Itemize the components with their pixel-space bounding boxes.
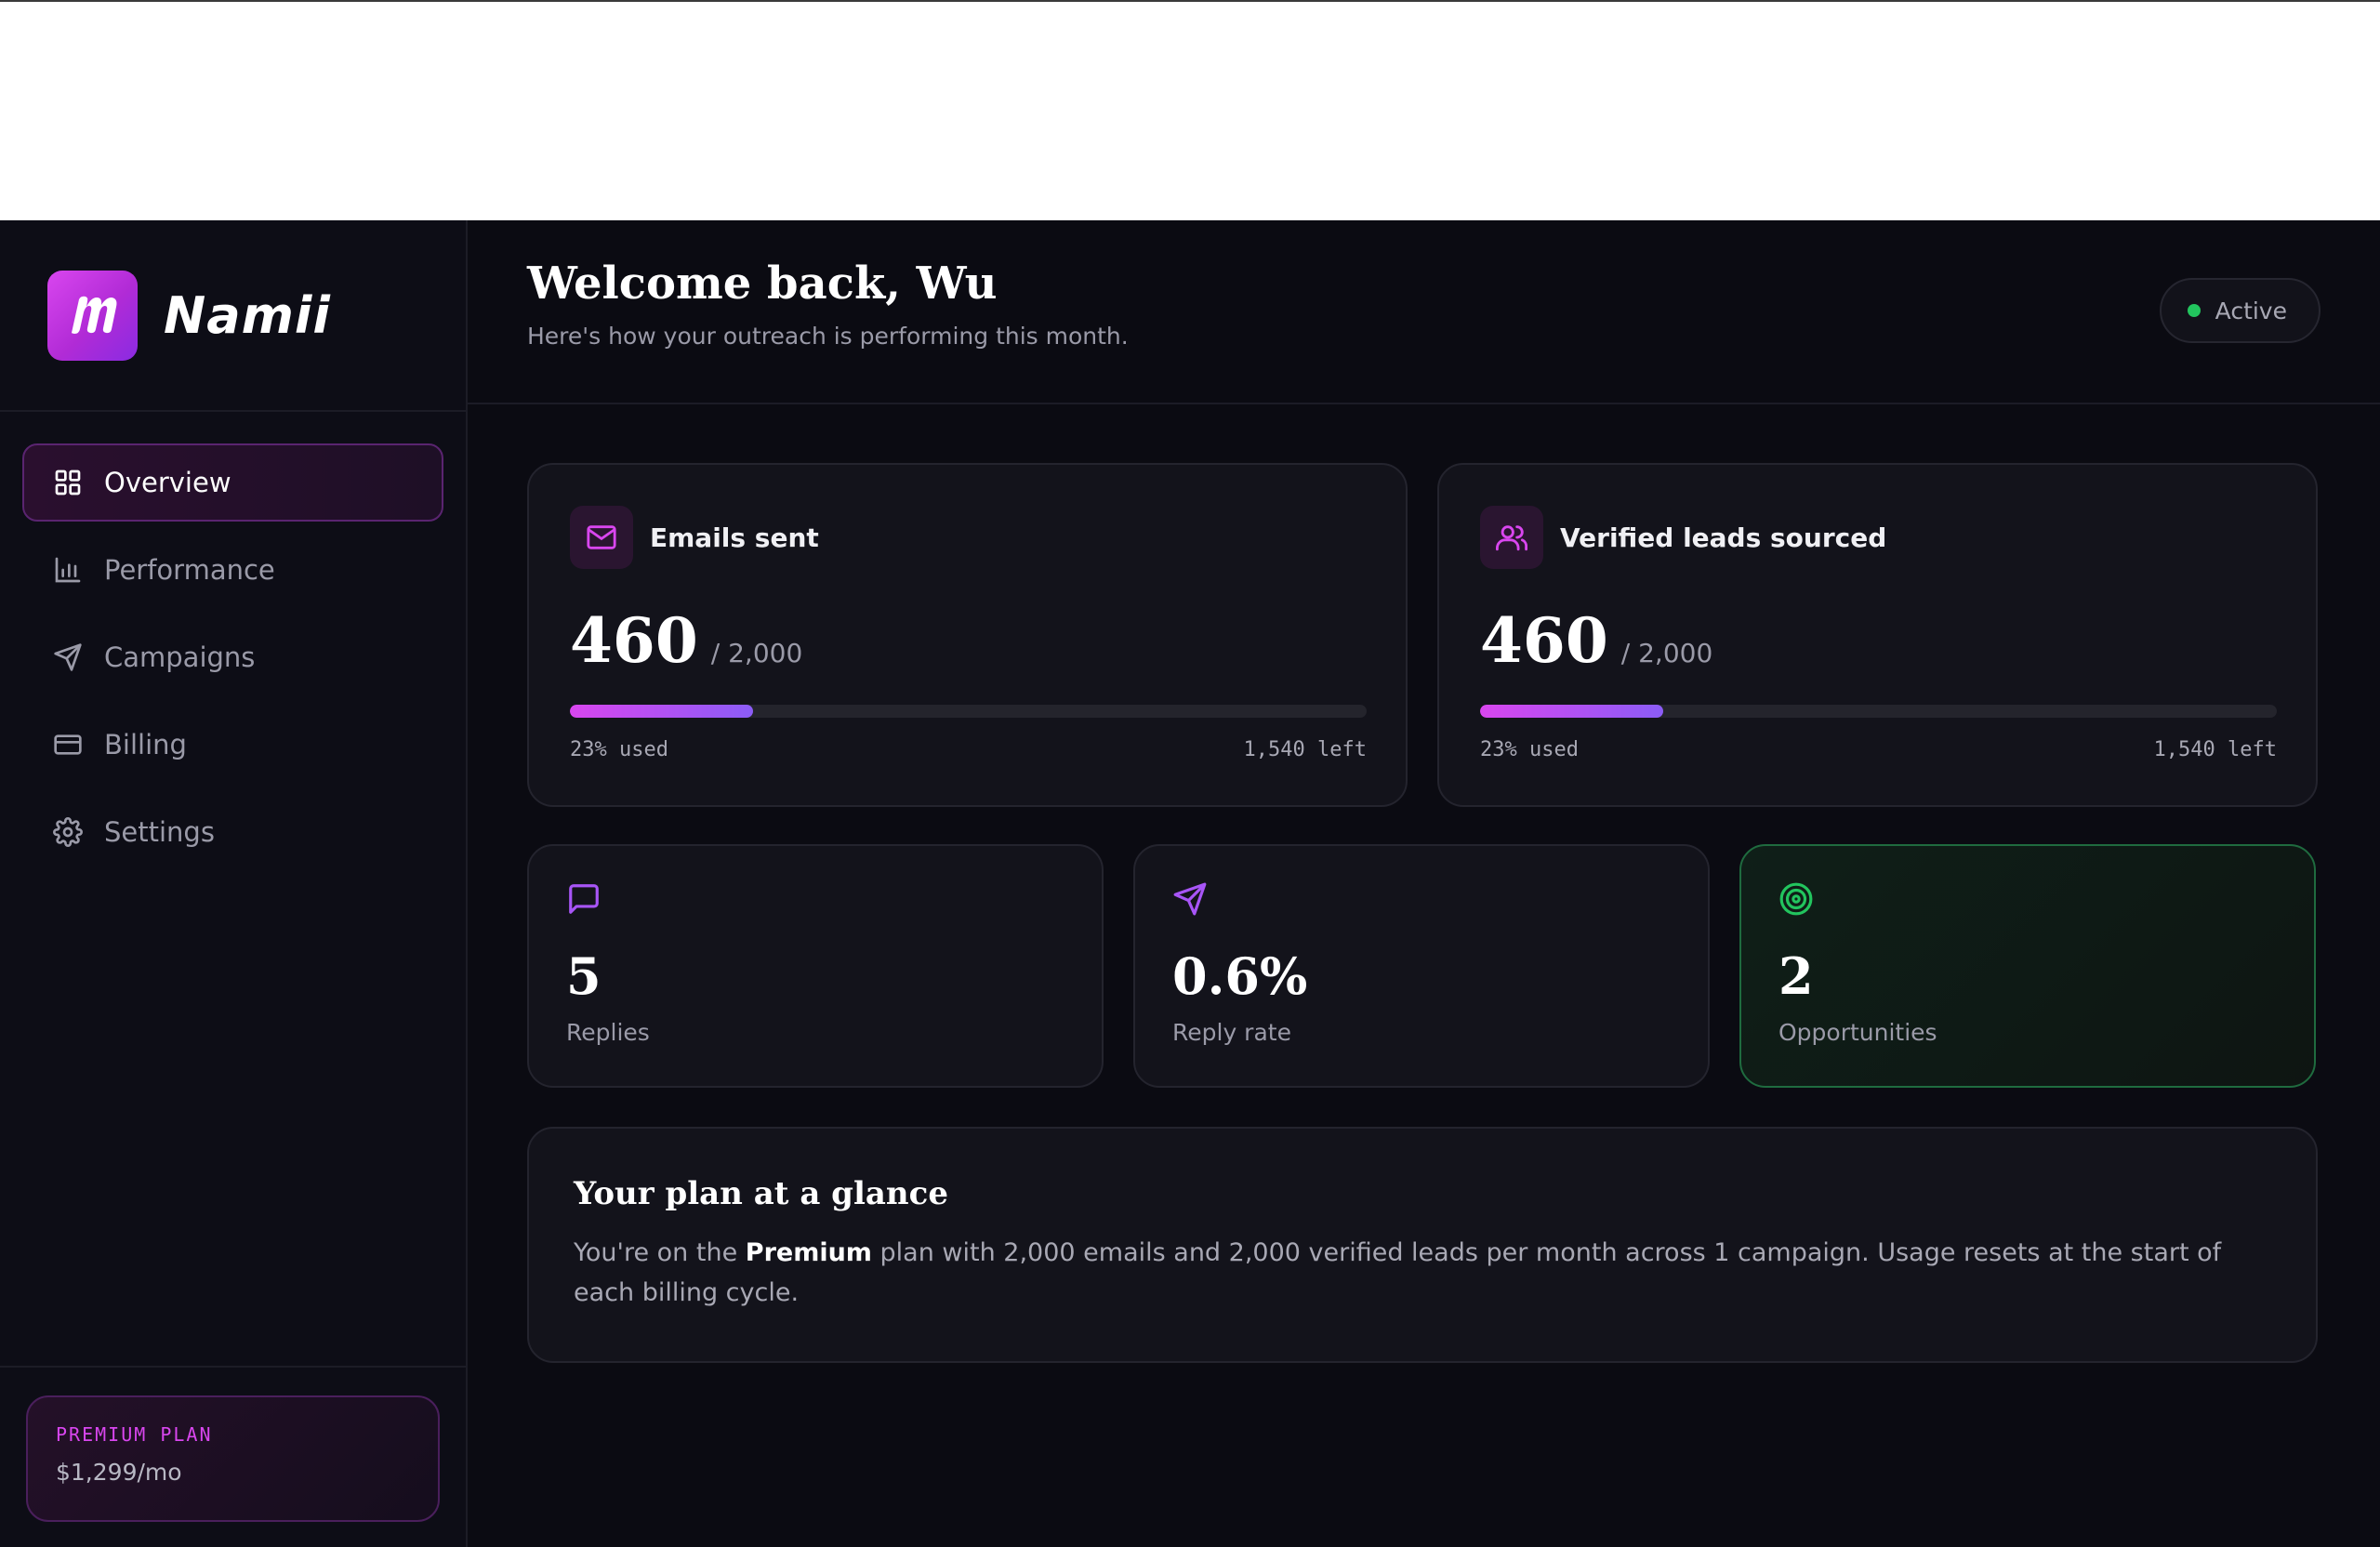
plan-glance-card: Your plan at a glance You're on the Prem… — [527, 1127, 2318, 1363]
page-subtitle: Here's how your outreach is performing t… — [527, 323, 1129, 350]
status-text: Active — [2215, 297, 2287, 324]
brand-name: Namii — [164, 285, 331, 345]
glance-text-before: You're on the — [574, 1238, 746, 1267]
bar-chart-icon — [53, 555, 83, 585]
stat-value: 5 — [566, 946, 602, 1006]
sidebar-item-billing[interactable]: Billing — [22, 706, 443, 784]
users-icon — [1480, 506, 1543, 569]
sidebar: Namii Overview Performance Campaigns Bil… — [0, 220, 468, 1547]
card-title: Emails sent — [650, 522, 819, 553]
send-icon — [53, 642, 83, 672]
gear-icon — [53, 817, 83, 847]
progress-fill — [1480, 705, 1664, 718]
sidebar-item-label: Overview — [104, 467, 231, 498]
target-icon — [1778, 881, 1816, 919]
stat-card-opportunities: 2 Opportunities — [1739, 844, 2316, 1088]
plan-section: PREMIUM PLAN $1,299/mo — [0, 1366, 466, 1547]
usage-row: Emails sent 460 / 2,000 23% used 1,540 l… — [527, 463, 2320, 807]
glance-title: Your plan at a glance — [574, 1175, 948, 1212]
plan-card[interactable]: PREMIUM PLAN $1,299/mo — [26, 1395, 440, 1522]
plan-price: $1,299/mo — [56, 1459, 182, 1486]
sidebar-nav: Overview Performance Campaigns Billing S… — [0, 412, 466, 871]
status-dot-icon — [2187, 304, 2201, 317]
grid-icon — [53, 468, 83, 497]
plan-label: PREMIUM PLAN — [56, 1423, 213, 1446]
progress-track — [1480, 705, 2277, 718]
browser-top-area — [0, 0, 2380, 220]
brand[interactable]: Namii — [0, 220, 466, 412]
stat-card-replies: 5 Replies — [527, 844, 1104, 1088]
stat-value: 0.6% — [1172, 946, 1308, 1006]
left-label: 1,540 left — [2153, 738, 2277, 761]
sidebar-item-label: Campaigns — [104, 641, 256, 673]
sidebar-item-label: Performance — [104, 554, 275, 586]
stat-card-reply-rate: 0.6% Reply rate — [1133, 844, 1710, 1088]
sidebar-item-performance[interactable]: Performance — [22, 531, 443, 609]
progress-track — [570, 705, 1367, 718]
sidebar-item-campaigns[interactable]: Campaigns — [22, 618, 443, 696]
send-icon — [1172, 881, 1210, 919]
stat-label: Opportunities — [1778, 1019, 1937, 1046]
card-title: Verified leads sourced — [1560, 522, 1887, 553]
sidebar-item-label: Billing — [104, 729, 187, 760]
left-label: 1,540 left — [1243, 738, 1367, 761]
main-content: Welcome back, Wu Here's how your outreac… — [468, 220, 2380, 1547]
app-shell: Namii Overview Performance Campaigns Bil… — [0, 220, 2380, 1547]
stats-row: 5 Replies 0.6% Reply rate 2 Opportunitie… — [527, 844, 2320, 1088]
stat-label: Replies — [566, 1019, 650, 1046]
credit-card-icon — [53, 730, 83, 760]
used-label: 23% used — [570, 738, 668, 761]
mail-icon — [570, 506, 633, 569]
glance-text: You're on the Premium plan with 2,000 em… — [574, 1233, 2271, 1313]
dashboard: Emails sent 460 / 2,000 23% used 1,540 l… — [468, 404, 2380, 1363]
used-label: 23% used — [1480, 738, 1579, 761]
metric-total: / 2,000 — [710, 638, 803, 668]
progress-fill — [570, 705, 754, 718]
message-icon — [566, 881, 603, 919]
sidebar-item-label: Settings — [104, 816, 215, 848]
logo-icon — [47, 270, 138, 361]
stat-value: 2 — [1778, 946, 1814, 1006]
glance-plan-name: Premium — [745, 1238, 872, 1267]
metric-value: 460 — [1480, 604, 1608, 677]
metric-total: / 2,000 — [1620, 638, 1713, 668]
usage-card-leads: Verified leads sourced 460 / 2,000 23% u… — [1437, 463, 2318, 807]
page-title: Welcome back, Wu — [527, 258, 998, 310]
sidebar-item-settings[interactable]: Settings — [22, 793, 443, 871]
metric-value: 460 — [570, 604, 698, 677]
stat-label: Reply rate — [1172, 1019, 1291, 1046]
status-badge: Active — [2159, 278, 2320, 343]
page-header: Welcome back, Wu Here's how your outreac… — [468, 220, 2380, 404]
usage-card-emails: Emails sent 460 / 2,000 23% used 1,540 l… — [527, 463, 1408, 807]
sidebar-item-overview[interactable]: Overview — [22, 443, 443, 522]
